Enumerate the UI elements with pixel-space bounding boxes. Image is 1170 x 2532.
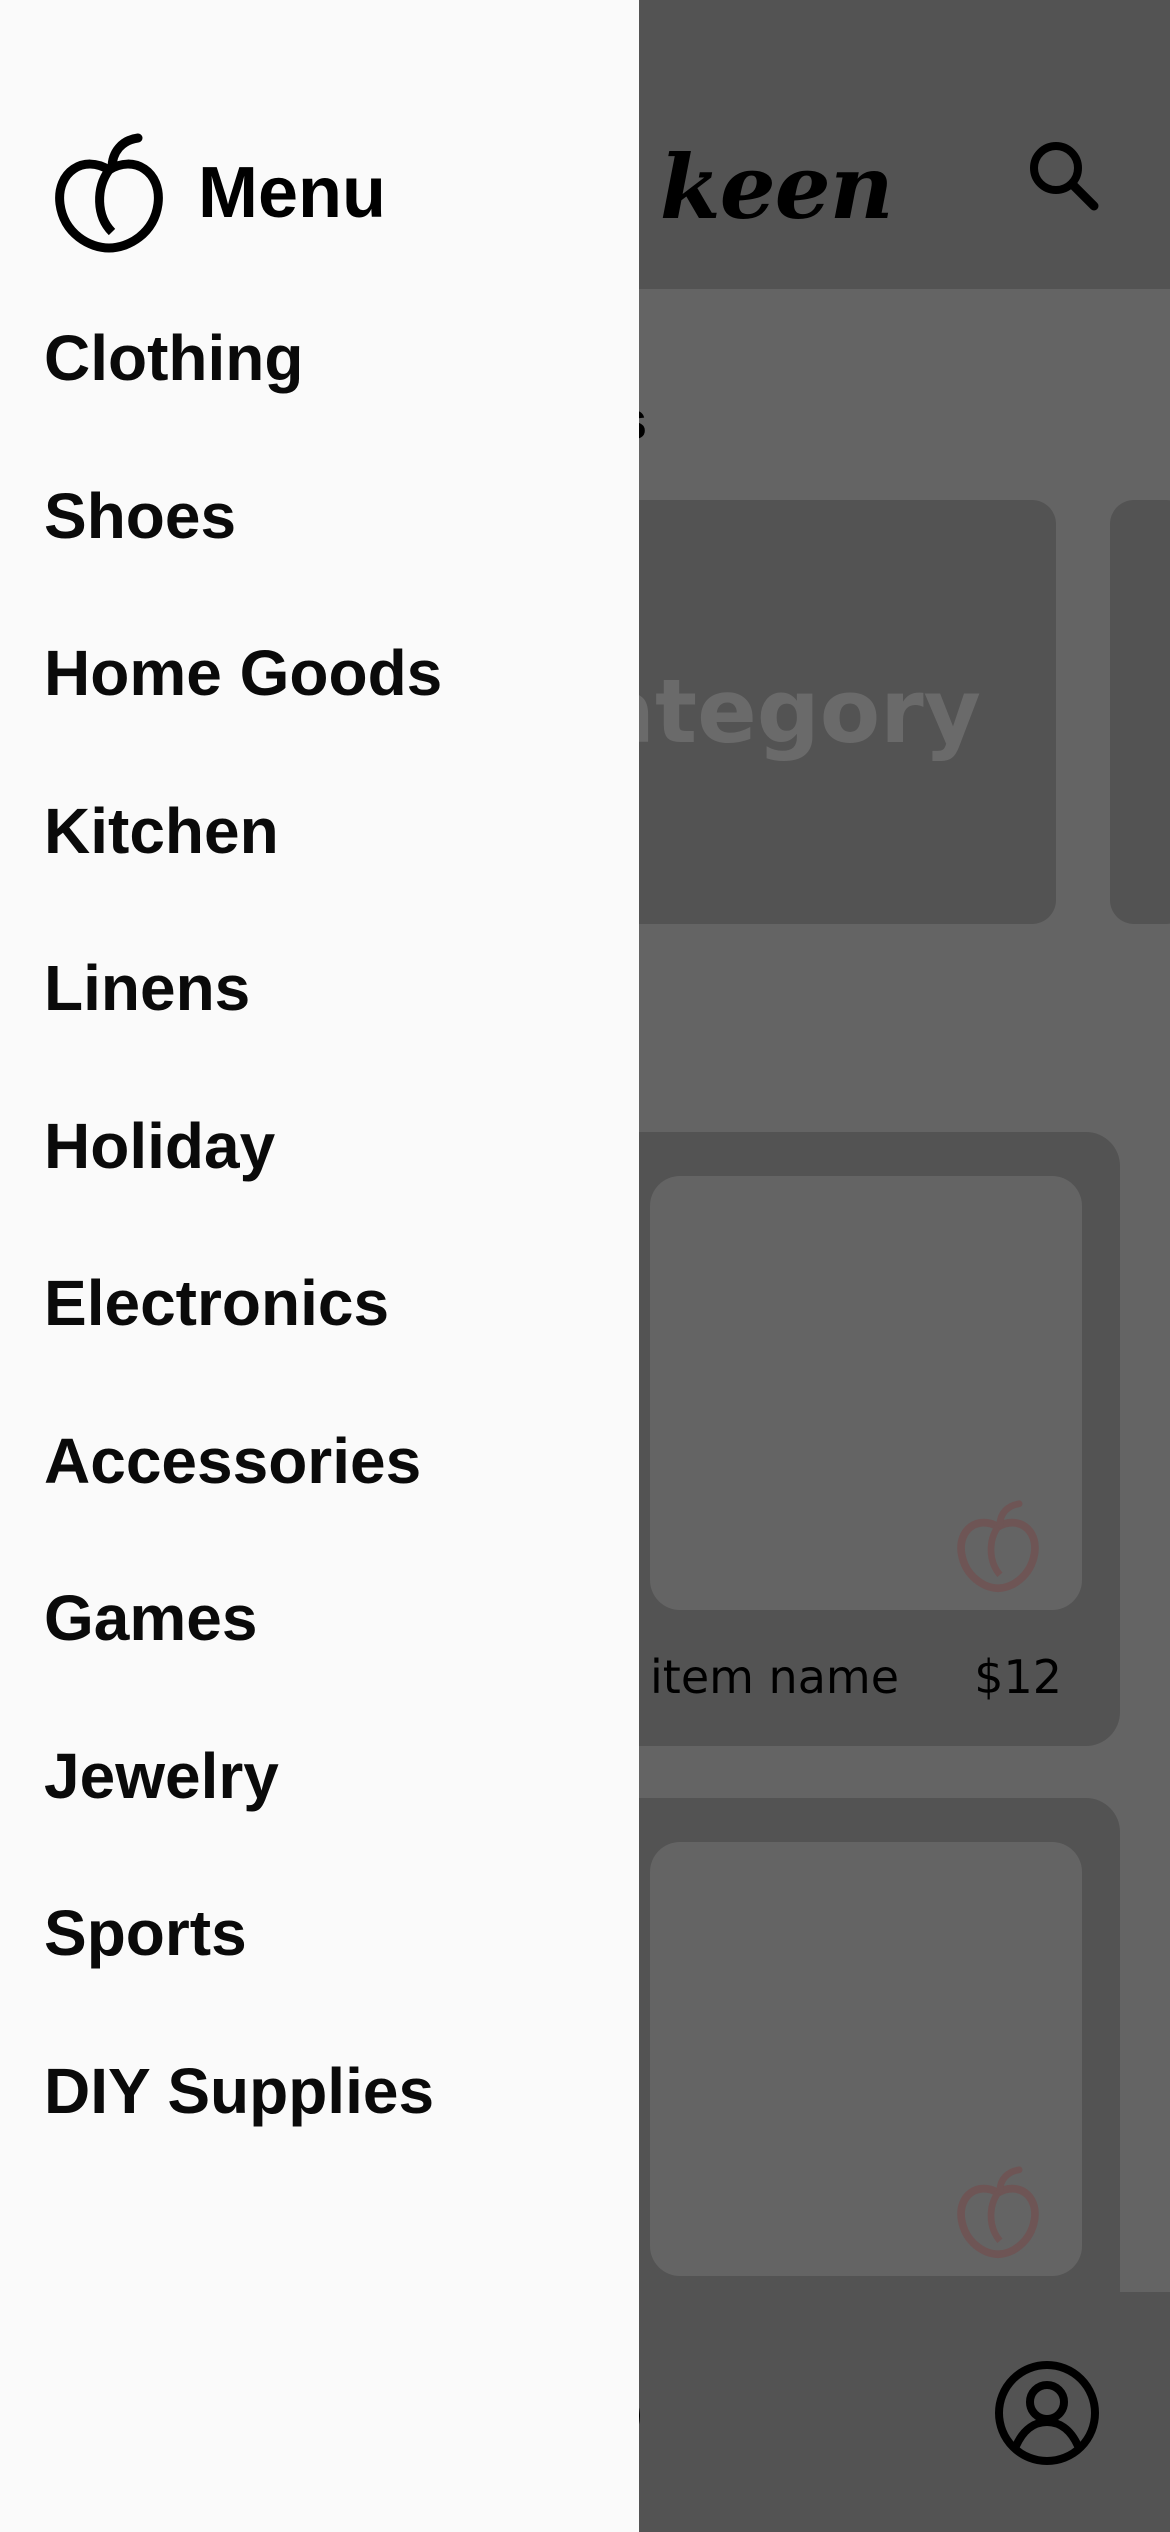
category-card[interactable] [1110,500,1170,924]
peach-icon [957,2166,1039,2259]
item-image [650,1176,1082,1610]
menu-item-home-goods[interactable]: Home Goods [44,633,442,791]
menu-item-accessories[interactable]: Accessories [44,1421,442,1579]
menu-item-clothing[interactable]: Clothing [44,318,442,476]
item-card[interactable]: item name $12 [560,1132,1120,1746]
menu-item-games[interactable]: Games [44,1578,442,1736]
item-name: item name [650,1650,900,1704]
item-image [650,1842,1082,2276]
menu-item-shoes[interactable]: Shoes [44,476,442,634]
peach-icon [957,1500,1039,1593]
menu-item-jewelry[interactable]: Jewelry [44,1736,442,1894]
item-card[interactable] [560,1798,1120,2318]
category-menu: Clothing Shoes Home Goods Kitchen Linens… [44,318,442,2208]
menu-item-electronics[interactable]: Electronics [44,1263,442,1421]
menu-item-linens[interactable]: Linens [44,948,442,1106]
drawer-title: Menu [198,153,386,233]
menu-item-holiday[interactable]: Holiday [44,1106,442,1264]
menu-item-kitchen[interactable]: Kitchen [44,791,442,949]
item-price: $12 [974,1650,1062,1704]
menu-item-diy-supplies[interactable]: DIY Supplies [44,2051,442,2209]
navigation-drawer: Menu Clothing Shoes Home Goods Kitchen L… [0,0,639,2532]
category-card-label: ategory [595,660,981,763]
peach-icon [55,133,163,253]
search-icon[interactable] [1026,138,1100,212]
profile-icon[interactable] [994,2360,1100,2466]
menu-item-sports[interactable]: Sports [44,1893,442,2051]
